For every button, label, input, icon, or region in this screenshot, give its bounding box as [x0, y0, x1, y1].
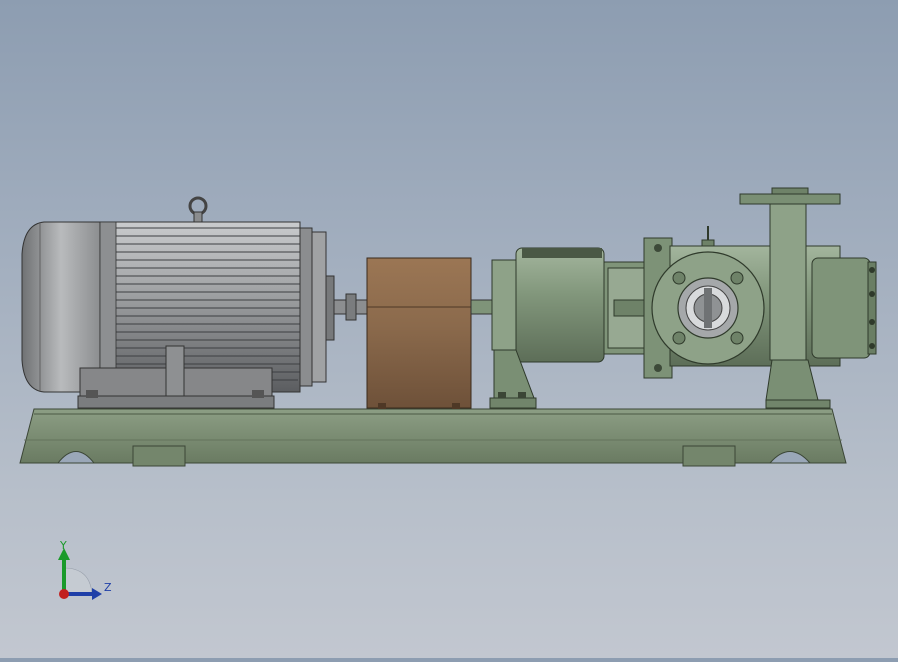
pump-shaft: [470, 299, 496, 315]
baseplate[interactable]: [19, 408, 847, 467]
coupling-guard[interactable]: [366, 257, 472, 409]
pump-casing[interactable]: [643, 187, 877, 409]
electric-motor[interactable]: [21, 196, 335, 409]
z-axis-label: Z: [104, 581, 112, 594]
y-axis-label: Y: [60, 539, 67, 552]
cad-viewport[interactable]: Y Z: [0, 0, 898, 658]
pump-bearing-frame[interactable]: [489, 247, 649, 409]
pump-assembly-model[interactable]: [0, 0, 898, 658]
reference-triad: Y Z: [52, 540, 122, 610]
motor-shaft: [333, 293, 369, 321]
